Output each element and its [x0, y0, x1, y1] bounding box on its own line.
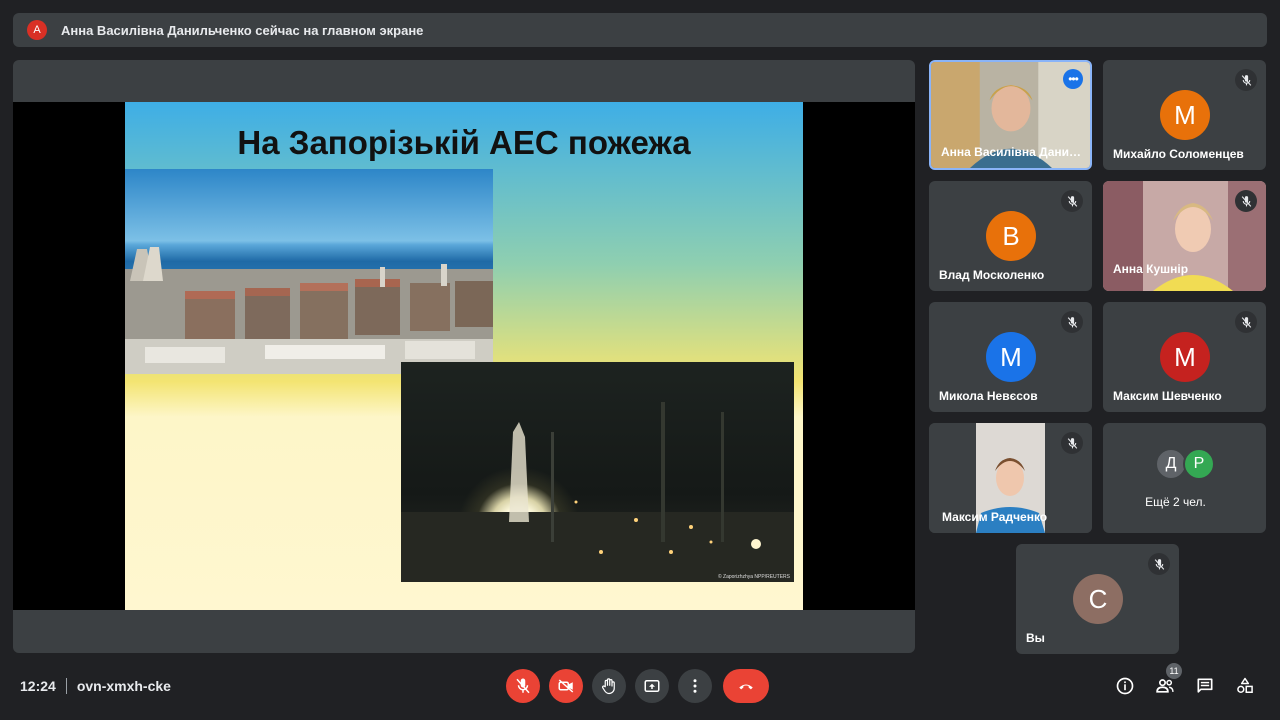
self-tile[interactable]: С Вы [1016, 544, 1179, 654]
avatar: Р [1183, 448, 1215, 480]
mic-off-icon [1235, 69, 1257, 91]
avatar: М [1160, 332, 1210, 382]
meeting-code: ovn-xmxh-cke [76, 678, 171, 694]
avatar: М [986, 332, 1036, 382]
presenting-banner: А Анна Василівна Данильченко сейчас на г… [13, 13, 1267, 47]
hang-up-icon [739, 684, 753, 690]
participant-tile[interactable]: Анна Кушнір [1103, 181, 1266, 291]
main-stage[interactable]: На Запорізькій АЕС пожежа © Zaporizhzhya… [13, 60, 915, 653]
mic-off-icon [1061, 432, 1083, 454]
presenting-banner-text: Анна Василівна Данильченко сейчас на гла… [61, 22, 424, 38]
mic-off-icon [1235, 190, 1257, 212]
more-participants-label: Ещё 2 чел. [1145, 495, 1206, 509]
more-options-icon[interactable]: ••• [1063, 69, 1083, 89]
present-icon [644, 680, 660, 692]
participant-name: Вы [1026, 631, 1045, 645]
participant-name: Анна Кушнір [1113, 262, 1189, 276]
avatar: М [1160, 90, 1210, 140]
activities-button[interactable] [1234, 675, 1256, 697]
mic-toggle-button[interactable] [506, 669, 540, 703]
participant-name: Максим Радченко [942, 510, 1048, 524]
participant-name: Микола Невєсов [939, 389, 1038, 403]
divider [65, 678, 67, 694]
more-options-button[interactable] [678, 669, 712, 703]
participant-count-badge: 11 [1166, 663, 1182, 679]
participant-tile[interactable]: В Влад Москоленко [929, 181, 1092, 291]
slide-title: На Запорізькій АЕС пожежа [237, 124, 691, 161]
participant-name: Анна Василівна Дани… [941, 145, 1081, 159]
activities-icon [1237, 677, 1253, 693]
participant-name: Влад Москоленко [939, 268, 1045, 282]
mic-off-icon [1235, 311, 1257, 333]
mic-off-icon [516, 678, 530, 694]
mic-off-icon [1148, 553, 1170, 575]
clock-time: 12:24 [20, 678, 56, 694]
participant-tile[interactable]: М Михайло Соломенцев [1103, 60, 1266, 170]
plant-photo [125, 169, 493, 374]
camera-off-icon [558, 679, 574, 693]
chat-icon [1197, 678, 1213, 693]
more-vert-icon [693, 679, 697, 693]
mic-off-icon [1061, 311, 1083, 333]
raise-hand-button[interactable] [592, 669, 626, 703]
meeting-details-button[interactable] [1114, 675, 1136, 697]
camera-toggle-button[interactable] [549, 669, 583, 703]
avatar: В [986, 211, 1036, 261]
people-icon [1156, 679, 1174, 693]
participant-tile-presenter[interactable]: ••• Анна Василівна Дани… [929, 60, 1092, 170]
meeting-info: 12:24 ovn-xmxh-cke [20, 678, 171, 694]
leave-call-button[interactable] [723, 669, 769, 703]
photo-credit: © Zaporizhzhya NPP/REUTERS [717, 574, 790, 580]
participant-name: Михайло Соломенцев [1113, 147, 1244, 161]
participant-tile[interactable]: Максим Радченко [929, 423, 1092, 533]
info-icon [1116, 677, 1134, 695]
presenter-avatar: А [27, 20, 47, 40]
more-participants-tile[interactable]: Д Р Ещё 2 чел. [1103, 423, 1266, 533]
participant-name: Максим Шевченко [1113, 389, 1222, 403]
meet-window: А Анна Василівна Данильченко сейчас на г… [0, 0, 1280, 720]
present-screen-button[interactable] [635, 669, 669, 703]
shared-slide: На Запорізькій АЕС пожежа © Zaporizhzhya… [125, 102, 803, 610]
mic-off-icon [1061, 190, 1083, 212]
avatar: С [1073, 574, 1123, 624]
participant-tile[interactable]: М Микола Невєсов [929, 302, 1092, 412]
chat-button[interactable] [1194, 675, 1216, 697]
hand-icon [602, 678, 615, 695]
participant-tile[interactable]: М Максим Шевченко [1103, 302, 1266, 412]
fire-photo: © Zaporizhzhya NPP/REUTERS [401, 362, 794, 582]
